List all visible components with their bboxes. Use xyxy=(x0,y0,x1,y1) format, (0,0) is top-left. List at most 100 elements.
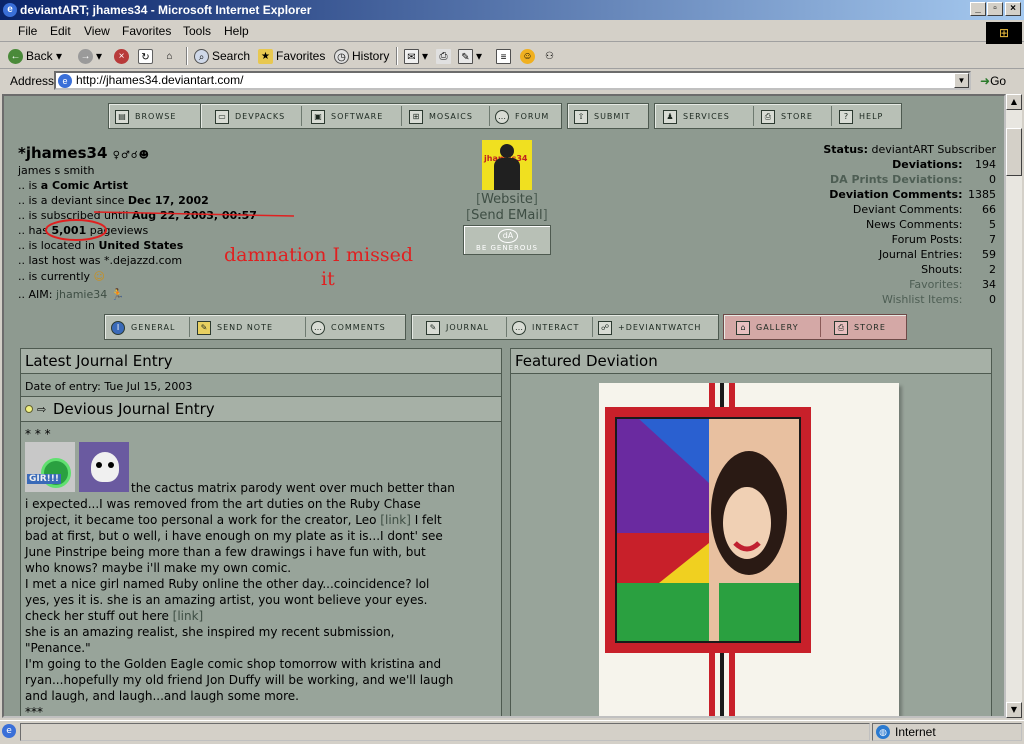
stop-icon: × xyxy=(114,49,129,65)
forward-arrow-icon: → xyxy=(78,49,93,65)
journal-line: yes, yes it is. she is an amazing artist… xyxy=(25,593,428,607)
stat-deviations: Deviations: 194 xyxy=(892,158,996,171)
subnav-journal[interactable]: ✎ journal xyxy=(426,319,489,337)
home-icon: ⌂ xyxy=(166,51,173,63)
status-page-icon: e xyxy=(2,724,16,738)
mail-button[interactable]: ✉ ▾ xyxy=(404,47,428,65)
menu-favorites[interactable]: Favorites xyxy=(122,24,171,38)
menu-edit[interactable]: Edit xyxy=(50,24,71,38)
scroll-up-arrow[interactable]: ▲ xyxy=(1006,94,1022,110)
stat-da-prints: DA Prints Deviations: 0 xyxy=(829,173,996,186)
comments-icon: … xyxy=(311,320,325,335)
maximize-button[interactable]: ▫ xyxy=(987,2,1003,16)
journal-line: i expected...I was removed from the art … xyxy=(25,497,421,511)
subnav-gallery[interactable]: ⌂ gallery xyxy=(736,319,799,337)
windows-logo-icon: ⊞ xyxy=(986,22,1022,44)
stat-journal-entries: Journal Entries: 59 xyxy=(878,248,996,261)
featured-deviation-image[interactable] xyxy=(599,383,899,716)
stat-news-comments: News Comments: 5 xyxy=(865,218,996,231)
stop-button[interactable]: × xyxy=(114,47,132,65)
subnav-deviantwatch[interactable]: ☍ +deviantwatch xyxy=(598,319,701,337)
window-titlebar[interactable]: e deviantART; jhames34 - Microsoft Inter… xyxy=(0,0,1024,20)
subnav-general[interactable]: i general xyxy=(111,319,175,337)
home-button[interactable]: ⌂ xyxy=(162,47,180,65)
generous-icon: dA xyxy=(498,229,518,243)
journal-line: check her stuff out here [link] xyxy=(25,609,204,623)
journal-line: and laugh, and laugh...and laugh some mo… xyxy=(25,689,299,703)
edit-button[interactable]: ✎ ▾ xyxy=(458,47,482,65)
journal-line: who knows? maybe i'll make my own comic. xyxy=(25,561,292,575)
journal-icon: ✎ xyxy=(426,320,440,335)
discuss-icon: ≡ xyxy=(496,49,511,65)
journal-line: I met a nice girl named Ruby online the … xyxy=(25,577,430,591)
discuss-button[interactable]: ≡ xyxy=(496,47,514,65)
go-button[interactable]: ➜Go xyxy=(980,74,1006,88)
journal-line: the cactus matrix parody went over much … xyxy=(131,481,455,495)
user-avatar[interactable]: jhames34 xyxy=(482,140,532,190)
arrow-right-icon: ⇨ xyxy=(37,403,47,416)
search-button[interactable]: ⌕ Search xyxy=(194,47,250,65)
be-generous-button[interactable]: dA BE GENEROUS xyxy=(463,225,551,255)
subnav-send-note[interactable]: ✎ send note xyxy=(197,319,273,337)
print-button[interactable]: ⎙ xyxy=(436,47,454,65)
journal-title-bar: ⇨ Devious Journal Entry xyxy=(21,396,501,422)
back-button[interactable]: ← Back ▾ xyxy=(8,47,62,65)
history-icon: ◷ xyxy=(334,49,349,65)
address-bar: Address e http://jhames34.deviantart.com… xyxy=(0,70,1024,92)
annotation-text-1: damnation I missed xyxy=(224,244,414,266)
messenger-button[interactable]: ☺ xyxy=(520,47,538,65)
page-viewport: ▤ browse ▭ devpacks ▣ software ⊞ mosaics … fo… xyxy=(2,94,1006,718)
journal-line: June Pinstripe being more than a few dra… xyxy=(25,545,426,559)
featured-header: Featured Deviation xyxy=(510,348,992,374)
send-email-link[interactable]: [Send EMail] xyxy=(466,208,548,224)
stat-wishlist: Wishlist Items: 0 xyxy=(881,293,996,306)
standard-toolbar: ← Back ▾ → ▾ × ↻ ⌂ ⌕ Search ★ Favorites ◷ His… xyxy=(0,43,1024,69)
subnav-comments[interactable]: … comments xyxy=(311,319,386,337)
minimize-button[interactable]: _ xyxy=(970,2,986,16)
featured-panel xyxy=(510,373,992,716)
skull-image xyxy=(79,442,129,492)
subnav-group-1: i general ✎ send note … comments xyxy=(104,314,406,340)
journal-link[interactable]: [link] xyxy=(173,609,204,623)
print-icon: ⎙ xyxy=(436,49,451,65)
menu-tools[interactable]: Tools xyxy=(183,24,211,38)
subnav-group-2: ✎ journal … interact ☍ +deviantwatch xyxy=(411,314,719,340)
menu-help[interactable]: Help xyxy=(224,24,249,38)
stat-forum-posts: Forum Posts: 7 xyxy=(891,233,996,246)
refresh-icon: ↻ xyxy=(138,49,153,65)
subnav-interact[interactable]: … interact xyxy=(512,319,579,337)
history-button[interactable]: ◷ History xyxy=(334,47,389,65)
close-button[interactable]: × xyxy=(1005,2,1021,16)
favorites-button[interactable]: ★ Favorites xyxy=(258,47,325,65)
status-bar: e ◍ Internet xyxy=(0,720,1024,744)
forward-button[interactable]: → ▾ xyxy=(78,47,102,65)
journal-line: *** xyxy=(25,705,43,718)
gallery-icon: ⌂ xyxy=(736,320,750,335)
globe-icon: ◍ xyxy=(876,725,890,739)
stat-shouts: Shouts: 2 xyxy=(921,263,996,276)
refresh-button[interactable]: ↻ xyxy=(138,47,156,65)
menu-file[interactable]: File xyxy=(18,24,37,38)
vertical-scrollbar[interactable]: ▲ ▼ xyxy=(1006,94,1022,718)
messenger-icon: ☺ xyxy=(520,49,535,65)
menu-view[interactable]: View xyxy=(84,24,110,38)
website-link[interactable]: [Website] xyxy=(476,192,538,208)
journal-header: Latest Journal Entry xyxy=(20,348,502,374)
address-input[interactable]: e http://jhames34.deviantart.com/ ▼ xyxy=(54,71,971,90)
go-arrow-icon: ➜ xyxy=(980,74,991,88)
stat-deviant-comments: Deviant Comments: 66 xyxy=(852,203,996,216)
address-dropdown[interactable]: ▼ xyxy=(954,73,969,88)
scroll-down-arrow[interactable]: ▼ xyxy=(1006,702,1022,718)
journal-link[interactable]: [link] xyxy=(380,513,411,527)
address-url: http://jhames34.deviantart.com/ xyxy=(76,73,244,87)
journal-line: bad at first, but o well, i have enough … xyxy=(25,529,443,543)
window-title: deviantART; jhames34 - Microsoft Interne… xyxy=(20,3,312,17)
avatar-body xyxy=(494,158,520,190)
scroll-thumb[interactable] xyxy=(1006,128,1022,176)
pageviews-circle xyxy=(45,219,107,241)
contacts-button[interactable]: ⚇ xyxy=(542,47,560,65)
info-icon: i xyxy=(111,320,125,335)
subnav-store[interactable]: ⎙ store xyxy=(834,319,886,337)
subnav-group-3: ⌂ gallery ⎙ store xyxy=(723,314,907,340)
journal-line: I'm going to the Golden Eagle comic shop… xyxy=(25,657,442,671)
